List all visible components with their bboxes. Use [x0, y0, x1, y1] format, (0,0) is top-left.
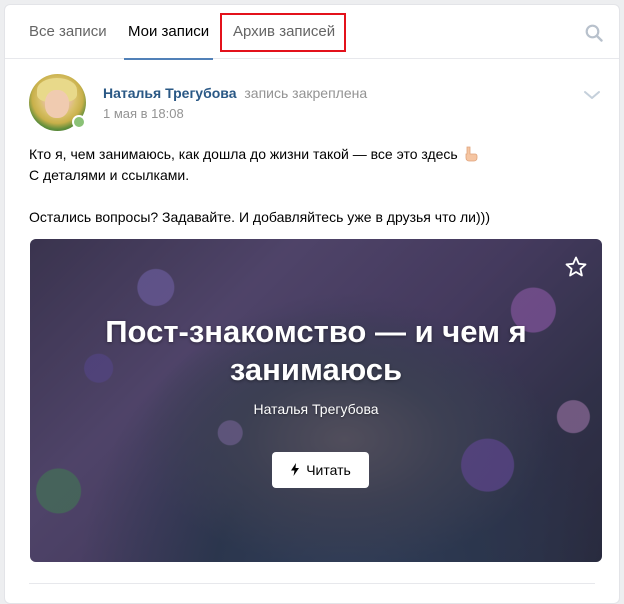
- wall-card: Все записи Мои записи Архив записей Ната…: [4, 4, 620, 604]
- chevron-down-icon[interactable]: [583, 89, 601, 101]
- bolt-icon: [291, 463, 300, 476]
- post-text-line-1: Кто я, чем занимаюсь, как дошла до жизни…: [29, 146, 458, 162]
- post-divider: [29, 583, 595, 584]
- online-status-dot: [72, 115, 86, 129]
- author-avatar[interactable]: [29, 74, 86, 131]
- post-text: Кто я, чем занимаюсь, как дошла до жизни…: [29, 144, 599, 228]
- post-text-line-2: С деталями и ссылками.: [29, 167, 190, 183]
- post-action-text: запись закреплена: [244, 85, 368, 101]
- article-title: Пост-знакомство — и чем я занимаюсь: [105, 314, 527, 387]
- tab-my-posts[interactable]: Мои записи: [124, 5, 214, 60]
- post-text-line-3: Остались вопросы? Задавайте. И добавляйт…: [29, 209, 490, 225]
- author-name-link[interactable]: Наталья Трегубова: [103, 85, 236, 101]
- tab-all-posts[interactable]: Все записи: [29, 5, 107, 59]
- tab-my-posts-label: Мои записи: [128, 23, 210, 40]
- archive-highlight-frame: [220, 13, 346, 52]
- article-card[interactable]: Пост-знакомство — и чем я занимаюсь Ната…: [30, 239, 602, 562]
- post-author-line: Наталья Трегубова запись закреплена: [103, 85, 367, 101]
- active-tab-underline: [124, 58, 214, 60]
- wall-tabs: Все записи Мои записи Архив записей: [5, 5, 619, 60]
- read-button-label: Читать: [306, 462, 351, 478]
- post-date[interactable]: 1 мая в 18:08: [103, 106, 184, 121]
- search-icon[interactable]: [585, 24, 603, 42]
- article-author: Наталья Трегубова: [253, 401, 379, 417]
- star-icon[interactable]: [564, 255, 588, 279]
- pointing-hand-icon: [465, 146, 478, 162]
- read-button[interactable]: Читать: [272, 452, 369, 488]
